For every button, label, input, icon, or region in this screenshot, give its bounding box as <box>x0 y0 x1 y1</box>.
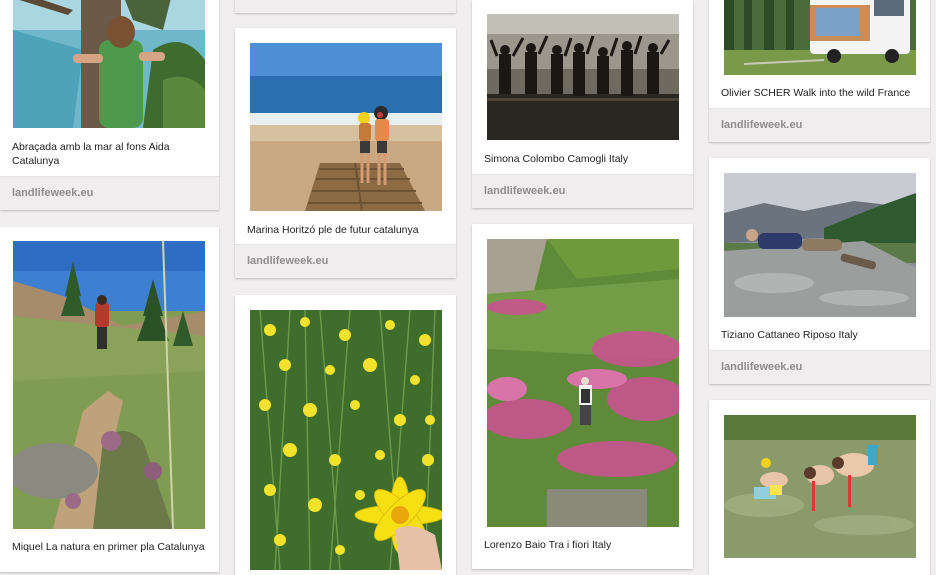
pin-card-top-col2[interactable] <box>235 0 456 13</box>
pin-footer <box>235 0 456 13</box>
pin-card-marina[interactable]: Marina Horitzó ple de futur catalunya la… <box>235 28 456 278</box>
pin-footer: landlifeweek.eu <box>472 174 693 208</box>
pin-card-simona[interactable]: Simona Colombo Camogli Italy landlifewee… <box>472 0 693 208</box>
pin-card-olivier[interactable]: Olivier SCHER Walk into the wild France … <box>709 0 930 142</box>
pin-card-miquel[interactable]: Miquel La natura en primer pla Catalunya <box>0 227 219 572</box>
hiker-in-meadow-photo[interactable] <box>487 239 679 527</box>
woman-hugging-tree-photo[interactable] <box>13 0 205 128</box>
pin-footer: landlifeweek.eu <box>235 244 456 278</box>
pin-caption: Lorenzo Baio Tra i fiori Italy <box>484 539 612 551</box>
children-in-stream-photo[interactable] <box>724 415 916 558</box>
yellow-flowers-photo[interactable] <box>250 310 442 570</box>
hiker-on-trail-photo[interactable] <box>13 241 205 529</box>
pin-card-lorenzo[interactable]: Lorenzo Baio Tra i fiori Italy <box>472 224 693 569</box>
pin-card-stream[interactable] <box>709 400 930 575</box>
pin-card-flowers[interactable] <box>235 295 456 575</box>
source-link[interactable]: landlifeweek.eu <box>247 255 328 267</box>
man-resting-on-rock-photo[interactable] <box>724 173 916 317</box>
source-link[interactable]: landlifeweek.eu <box>721 119 802 131</box>
pin-caption: Miquel La natura en primer pla Catalunya <box>12 541 205 553</box>
source-link[interactable]: landlifeweek.eu <box>721 361 802 373</box>
pin-footer: landlifeweek.eu <box>0 176 219 210</box>
pin-footer: landlifeweek.eu <box>709 350 930 384</box>
pin-card-tiziano[interactable]: Tiziano Cattaneo Riposo Italy landlifewe… <box>709 158 930 384</box>
source-link[interactable]: landlifeweek.eu <box>12 187 93 199</box>
pin-card-aida[interactable]: Abraçada amb la mar al fons Aida Catalun… <box>0 0 219 210</box>
pin-caption: Abraçada amb la mar al fons Aida Catalun… <box>12 141 170 167</box>
pin-footer: landlifeweek.eu <box>709 108 930 142</box>
children-on-beach-photo[interactable] <box>250 43 442 211</box>
source-link[interactable]: landlifeweek.eu <box>484 185 565 197</box>
pin-caption: Marina Horitzó ple de futur catalunya <box>247 224 419 236</box>
pin-caption: Olivier SCHER Walk into the wild France <box>721 87 911 99</box>
camper-van-photo[interactable] <box>724 0 916 75</box>
silhouettes-sunset-photo[interactable] <box>487 14 679 140</box>
pin-caption: Tiziano Cattaneo Riposo Italy <box>721 329 858 341</box>
pin-caption: Simona Colombo Camogli Italy <box>484 153 629 165</box>
